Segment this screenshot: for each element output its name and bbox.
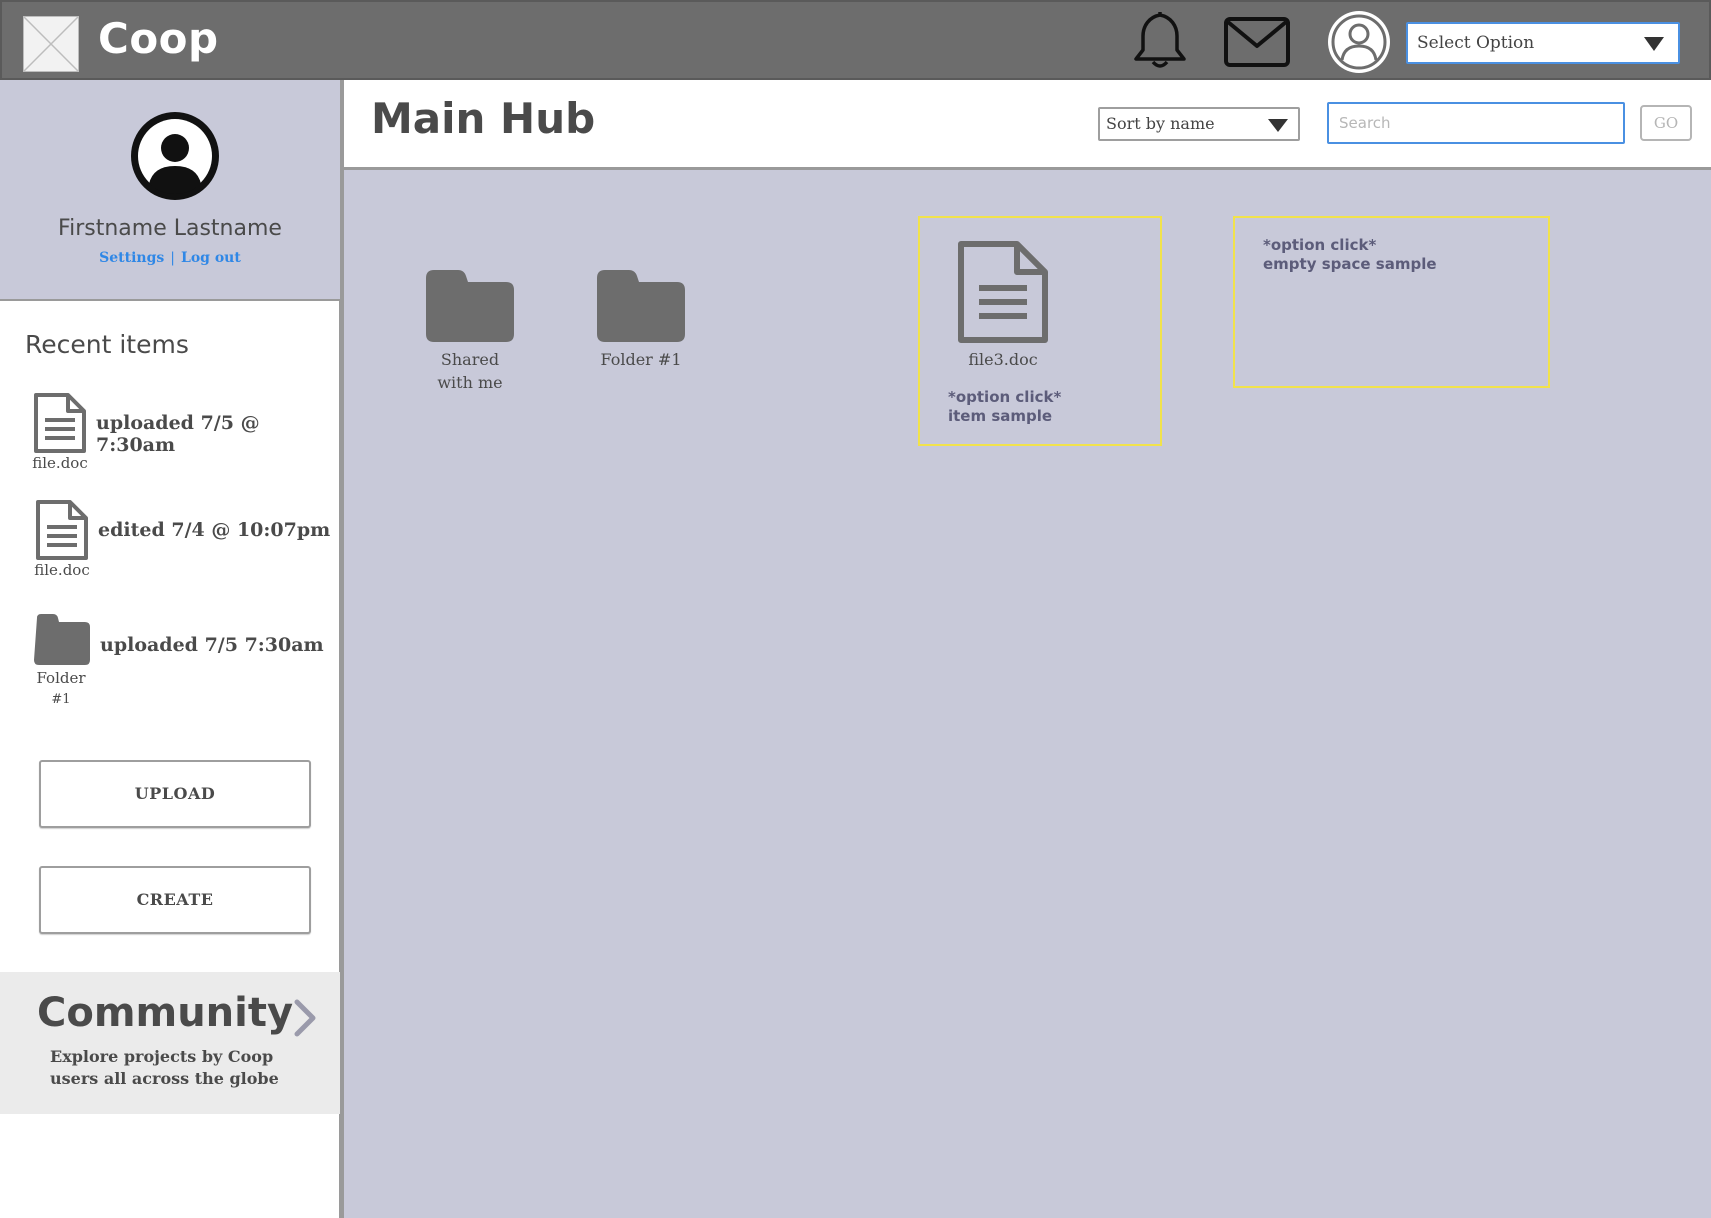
recent-item-name: file.doc [32,454,88,472]
folder-label: Folder #1 [600,350,682,369]
folder-icon [33,612,91,670]
app-name[interactable]: Coop [98,14,219,63]
folder-label-line1: Shared [440,350,500,369]
community-title: Community [37,990,294,1036]
folder-icon [426,270,514,342]
search-input[interactable] [1327,102,1625,144]
profile-links: Settings | Log out [0,250,340,266]
top-bar: Coop Select Option [0,0,1711,80]
recent-item-desc: edited 7/4 @ 10:07pm [98,519,331,541]
recent-item-name-suffix: #1 [51,692,71,707]
logout-link[interactable]: Log out [181,250,241,266]
sidebar: Firstname Lastname Settings | Log out Rece… [0,80,342,1218]
settings-link[interactable]: Settings [99,250,164,266]
recent-item[interactable]: Folder #1 uploaded 7/5 7:30am [0,610,340,707]
profile-avatar-icon[interactable] [129,110,221,202]
chevron-down-icon [1268,119,1288,132]
logo-placeholder-icon[interactable] [23,16,79,72]
mail-icon[interactable] [1223,16,1291,68]
recent-item-name: file.doc [34,561,90,579]
link-separator: | [170,250,175,266]
main-canvas[interactable]: Shared with me Folder #1 file3.doc *opti… [342,170,1711,1218]
item-sample-outline: file3.doc *option click* item sample [918,216,1162,446]
item-sample-note: *option click* item sample [948,388,1062,425]
sort-select-value: Sort by name [1106,114,1215,133]
recent-item[interactable]: file.doc uploaded 7/5 @ 7:30am [0,390,340,480]
upload-button[interactable]: UPLOAD [39,760,311,828]
profile-name: Firstname Lastname [58,216,282,241]
bell-icon[interactable] [1129,8,1191,72]
profile-panel: Firstname Lastname Settings | Log out [0,80,340,301]
document-icon [958,241,1048,343]
recent-item-desc: uploaded 7/5 @ 7:30am [96,412,260,456]
recent-items-heading: Recent items [25,330,189,359]
chevron-right-icon [292,998,318,1038]
community-card[interactable]: Community Explore projects by Coop users… [0,972,340,1114]
recent-item-name: Folder #1 [21,668,101,710]
go-button[interactable]: GO [1640,105,1692,141]
file-tile[interactable]: file3.doc [950,240,1056,371]
folder-icon [597,270,685,342]
community-description: Explore projects by Coop users all acros… [50,1047,279,1088]
folder-shared-with-me[interactable]: Shared with me [415,268,525,394]
recent-item[interactable]: file.doc edited 7/4 @ 10:07pm [0,497,340,587]
create-button[interactable]: CREATE [39,866,311,934]
sort-select[interactable]: Sort by name [1098,107,1300,141]
document-icon [35,499,89,565]
option-select[interactable]: Select Option [1406,22,1680,64]
recent-item-name-line: Folder [36,669,86,687]
folder-1[interactable]: Folder #1 [586,268,696,371]
option-select-value: Select Option [1417,33,1535,53]
empty-space-sample-outline: *option click* empty space sample [1233,216,1550,388]
page-title: Main Hub [371,94,596,143]
file-label: file3.doc [968,350,1038,369]
empty-space-sample-note: *option click* empty space sample [1263,236,1437,273]
chevron-down-icon [1644,37,1664,51]
folder-label-line2: with me [437,373,503,392]
account-avatar-icon[interactable] [1327,10,1391,74]
folder-label: Shared with me [415,348,525,394]
document-icon [33,392,87,458]
recent-item-desc: uploaded 7/5 7:30am [100,634,324,656]
main-header: Main Hub Sort by name GO [342,80,1711,170]
